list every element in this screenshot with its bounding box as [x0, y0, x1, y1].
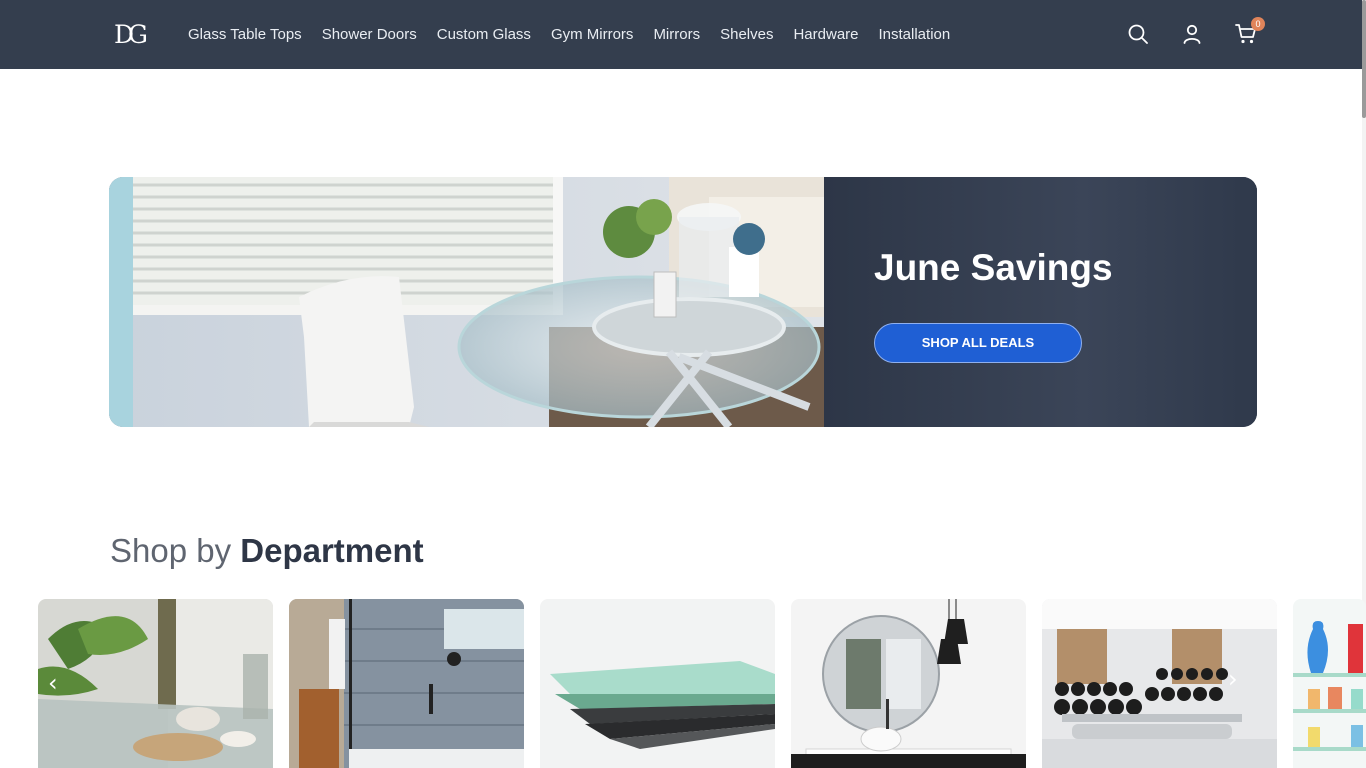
department-tile-shower-doors[interactable] [289, 599, 524, 768]
shop-all-deals-button[interactable]: SHOP ALL DEALS [874, 323, 1082, 363]
nav-shelves[interactable]: Shelves [720, 26, 773, 43]
site-header: DG Glass Table Tops Shower Doors Custom … [0, 0, 1366, 69]
carousel-prev-arrow[interactable]: ‹ [48, 669, 58, 697]
department-tile-glass-table-tops[interactable]: ‹ [38, 599, 273, 768]
nav-hardware[interactable]: Hardware [793, 26, 858, 43]
hero-banner[interactable]: June Savings SHOP ALL DEALS [109, 177, 1257, 427]
nav-mirrors[interactable]: Mirrors [653, 26, 700, 43]
search-icon[interactable] [1126, 22, 1150, 46]
account-icon[interactable] [1180, 22, 1204, 46]
hero-dining-table-image [109, 177, 824, 427]
nav-gym-mirrors[interactable]: Gym Mirrors [551, 26, 634, 43]
carousel-next-arrow[interactable]: › [1228, 665, 1238, 693]
main-nav: Glass Table Tops Shower Doors Custom Gla… [178, 0, 960, 69]
cart-count-badge: 0 [1251, 17, 1265, 31]
department-heading-bold: Department [240, 532, 424, 569]
department-tile-shelves[interactable] [1293, 599, 1366, 768]
department-heading: Shop by Department [110, 532, 424, 570]
department-tile-custom-glass[interactable] [540, 599, 775, 768]
department-tile-gym-mirrors[interactable]: › [1042, 599, 1277, 768]
department-tile-mirrors[interactable] [791, 599, 1026, 768]
scrollbar-thumb[interactable] [1362, 0, 1366, 118]
nav-custom-glass[interactable]: Custom Glass [437, 26, 531, 43]
site-logo[interactable]: DG [114, 20, 150, 50]
department-heading-light: Shop by [110, 532, 232, 569]
nav-shower-doors[interactable]: Shower Doors [322, 26, 417, 43]
hero-promo-panel: June Savings SHOP ALL DEALS [824, 177, 1257, 427]
nav-glass-table-tops[interactable]: Glass Table Tops [188, 26, 302, 43]
hero-title: June Savings [874, 247, 1113, 288]
nav-installation[interactable]: Installation [879, 26, 951, 43]
